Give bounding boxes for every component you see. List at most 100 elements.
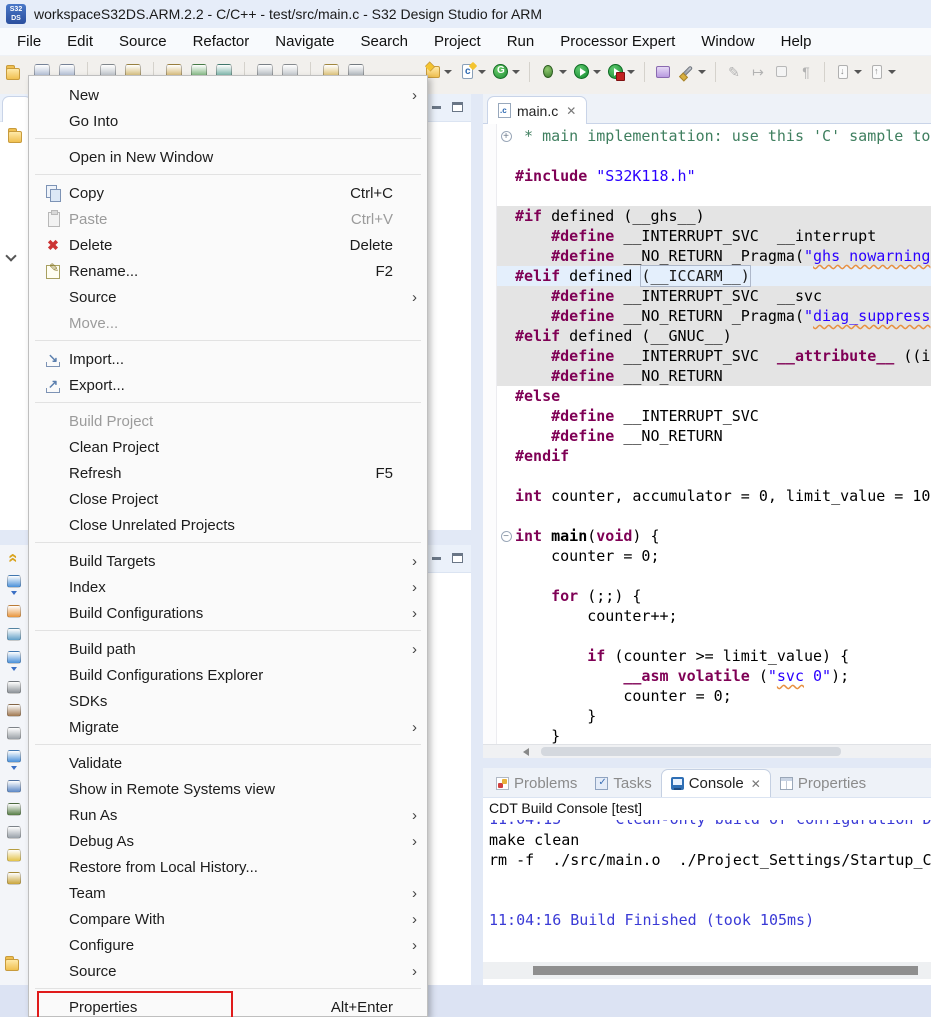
context-menu-item-delete[interactable]: ✖DeleteDelete <box>29 232 427 258</box>
menubar-item-source[interactable]: Source <box>106 28 180 55</box>
dropdown-caret-icon[interactable] <box>11 667 17 671</box>
fold-toggle-icon[interactable]: + <box>497 126 515 146</box>
dropdown-caret-icon[interactable] <box>559 70 567 74</box>
minimize-icon[interactable] <box>431 553 442 563</box>
context-menu-item-export[interactable]: ↗Export... <box>29 372 427 398</box>
block-selection-icon[interactable] <box>773 63 791 81</box>
context-menu-item-build-path[interactable]: Build path› <box>29 636 427 662</box>
menubar-item-run[interactable]: Run <box>494 28 548 55</box>
menubar-item-file[interactable]: File <box>4 28 54 55</box>
tree-expand-chevron-icon[interactable] <box>5 250 16 261</box>
context-menu-item-build-configurations[interactable]: Build Configurations› <box>29 600 427 626</box>
menubar-item-edit[interactable]: Edit <box>54 28 106 55</box>
run-coverage-icon[interactable] <box>607 63 635 81</box>
project-folder-icon[interactable] <box>6 128 24 151</box>
context-menu-item-close-unrelated-projects[interactable]: Close Unrelated Projects <box>29 512 427 538</box>
dropdown-caret-icon[interactable] <box>627 70 635 74</box>
dropdown-caret-icon[interactable] <box>478 70 486 74</box>
fold-toggle-icon[interactable]: − <box>497 526 515 546</box>
maximize-icon[interactable] <box>452 102 463 112</box>
run-icon[interactable] <box>573 63 601 81</box>
context-menu-item-sdks[interactable]: SDKs <box>29 688 427 714</box>
minimized-view-icon[interactable] <box>7 575 21 588</box>
context-menu-item-properties[interactable]: PropertiesAlt+Enter <box>29 994 427 1017</box>
minimized-view-icon[interactable] <box>7 727 21 740</box>
context-menu-item-new[interactable]: New› <box>29 82 427 108</box>
prev-annotation-icon[interactable] <box>868 63 896 81</box>
console-tab-properties[interactable]: Properties <box>771 769 875 797</box>
generate-processor-expert-code-icon[interactable] <box>492 63 520 81</box>
menubar-item-window[interactable]: Window <box>688 28 767 55</box>
debug-icon[interactable] <box>539 63 567 81</box>
c-project-folder-icon[interactable] <box>3 956 21 979</box>
mark-text-icon[interactable]: ✎ <box>725 63 743 81</box>
minimized-view-icon[interactable] <box>7 803 21 816</box>
dropdown-caret-icon[interactable] <box>593 70 601 74</box>
dropdown-caret-icon[interactable] <box>11 766 17 770</box>
jump-icon[interactable]: ↦ <box>749 63 767 81</box>
format-brush-icon[interactable] <box>678 63 706 81</box>
context-menu-item-paste[interactable]: PasteCtrl+V <box>29 206 427 232</box>
context-menu-item-build-configurations-explorer[interactable]: Build Configurations Explorer <box>29 662 427 688</box>
show-whitespace-icon[interactable]: ¶ <box>797 63 815 81</box>
menubar-item-navigate[interactable]: Navigate <box>262 28 347 55</box>
vertical-splitter[interactable] <box>471 94 483 985</box>
console-horizontal-scrollbar[interactable] <box>483 962 931 979</box>
minimized-view-icon[interactable] <box>7 849 21 862</box>
dropdown-caret-icon[interactable] <box>698 70 706 74</box>
scrollbar-thumb[interactable] <box>541 747 841 756</box>
menubar-item-search[interactable]: Search <box>347 28 421 55</box>
context-menu-item-restore-from-local-history[interactable]: Restore from Local History... <box>29 854 427 880</box>
context-menu-item-import[interactable]: ↘Import... <box>29 346 427 372</box>
context-menu-item-move[interactable]: Move... <box>29 310 427 336</box>
context-menu-item-compare-with[interactable]: Compare With› <box>29 906 427 932</box>
minimized-view-icon[interactable] <box>7 605 21 618</box>
context-menu-item-build-targets[interactable]: Build Targets› <box>29 548 427 574</box>
console-tab-console[interactable]: Console✕ <box>661 769 771 797</box>
context-menu-item-team[interactable]: Team› <box>29 880 427 906</box>
dropdown-caret-icon[interactable] <box>444 70 452 74</box>
menubar-item-project[interactable]: Project <box>421 28 494 55</box>
minimized-view-icon[interactable] <box>7 750 21 763</box>
new-project-wizard-icon[interactable] <box>424 63 452 81</box>
scroll-left-arrow-icon[interactable] <box>523 748 529 756</box>
code-editor[interactable]: + * main implementation: use this 'C' sa… <box>483 124 931 744</box>
context-menu-item-show-in-remote-systems-view[interactable]: Show in Remote Systems view <box>29 776 427 802</box>
horizontal-splitter[interactable] <box>483 758 931 768</box>
menubar-item-help[interactable]: Help <box>768 28 825 55</box>
minimized-view-icon[interactable] <box>7 826 21 839</box>
context-menu-item-index[interactable]: Index› <box>29 574 427 600</box>
console-tab-problems[interactable]: Problems <box>487 769 586 797</box>
context-menu-item-migrate[interactable]: Migrate› <box>29 714 427 740</box>
minimized-view-icon[interactable] <box>7 681 21 694</box>
dropdown-caret-icon[interactable] <box>512 70 520 74</box>
context-menu-item-source[interactable]: Source› <box>29 958 427 984</box>
context-menu-item-build-project[interactable]: Build Project <box>29 408 427 434</box>
context-menu-item-clean-project[interactable]: Clean Project <box>29 434 427 460</box>
minimized-view-icon[interactable] <box>7 628 21 641</box>
open-folder-icon[interactable] <box>654 63 672 81</box>
new-wizard-icon[interactable] <box>4 65 22 83</box>
minimized-view-icon[interactable] <box>7 651 21 664</box>
close-icon[interactable]: ✕ <box>751 777 761 791</box>
context-menu-item-source[interactable]: Source› <box>29 284 427 310</box>
context-menu-item-refresh[interactable]: RefreshF5 <box>29 460 427 486</box>
context-menu-item-validate[interactable]: Validate <box>29 750 427 776</box>
dropdown-caret-icon[interactable] <box>11 591 17 595</box>
dropdown-caret-icon[interactable] <box>888 70 896 74</box>
minimized-view-icon[interactable] <box>7 704 21 717</box>
close-icon[interactable]: ✕ <box>566 104 576 118</box>
tab-main-c[interactable]: main.c ✕ <box>487 96 587 124</box>
new-c-file-icon[interactable] <box>458 63 486 81</box>
maximize-icon[interactable] <box>452 553 463 563</box>
scrollbar-thumb[interactable] <box>533 966 918 975</box>
minimized-view-icon[interactable] <box>7 780 21 793</box>
minimized-view-icon[interactable] <box>7 872 21 885</box>
context-menu-item-debug-as[interactable]: Debug As› <box>29 828 427 854</box>
context-menu-item-close-project[interactable]: Close Project <box>29 486 427 512</box>
context-menu-item-run-as[interactable]: Run As› <box>29 802 427 828</box>
dropdown-caret-icon[interactable] <box>854 70 862 74</box>
restore-views-icon[interactable]: « <box>7 553 21 562</box>
console-tab-tasks[interactable]: Tasks <box>586 769 660 797</box>
context-menu-item-rename[interactable]: Rename...F2 <box>29 258 427 284</box>
